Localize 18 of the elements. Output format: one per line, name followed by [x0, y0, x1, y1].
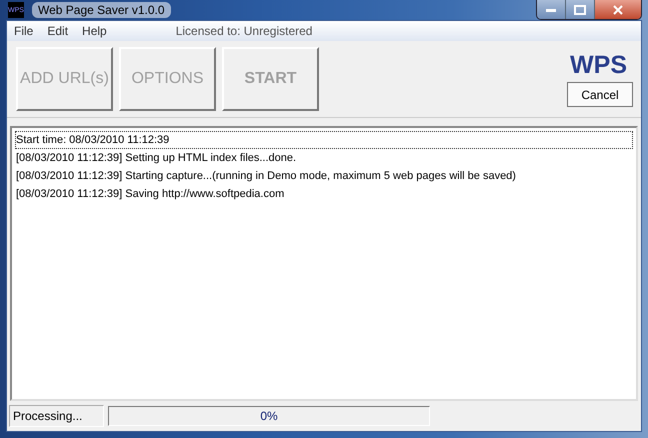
minimize-icon: [545, 6, 557, 12]
log-line[interactable]: [08/03/2010 11:12:39] Saving http://www.softpedia.com: [15, 185, 633, 203]
maximize-button[interactable]: [566, 0, 595, 19]
progress-reading: 0%: [259, 409, 279, 423]
close-button[interactable]: [595, 0, 641, 19]
logo-text: WPS: [570, 51, 627, 80]
menu-item[interactable]: Edit: [40, 24, 76, 38]
menu-item[interactable]: Help: [75, 24, 114, 38]
log-line[interactable]: [08/03/2010 11:12:39] Setting up HTML index files...done.: [15, 149, 633, 167]
cancel-button[interactable]: Cancel: [567, 82, 633, 107]
license-text: Licensed to: Unregistered: [176, 24, 312, 38]
status-text: Processing...: [9, 405, 104, 427]
minimize-button[interactable]: [537, 0, 566, 19]
maximize-icon: [574, 4, 586, 14]
close-icon: [612, 4, 624, 14]
log-line[interactable]: [08/03/2010 11:12:39] Starting capture...(running in Demo mode, maximum 5 web pages will be saved): [15, 167, 633, 185]
menu-item[interactable]: File: [7, 24, 40, 38]
window-title: Web Page Saver v1.0.0: [32, 2, 171, 18]
